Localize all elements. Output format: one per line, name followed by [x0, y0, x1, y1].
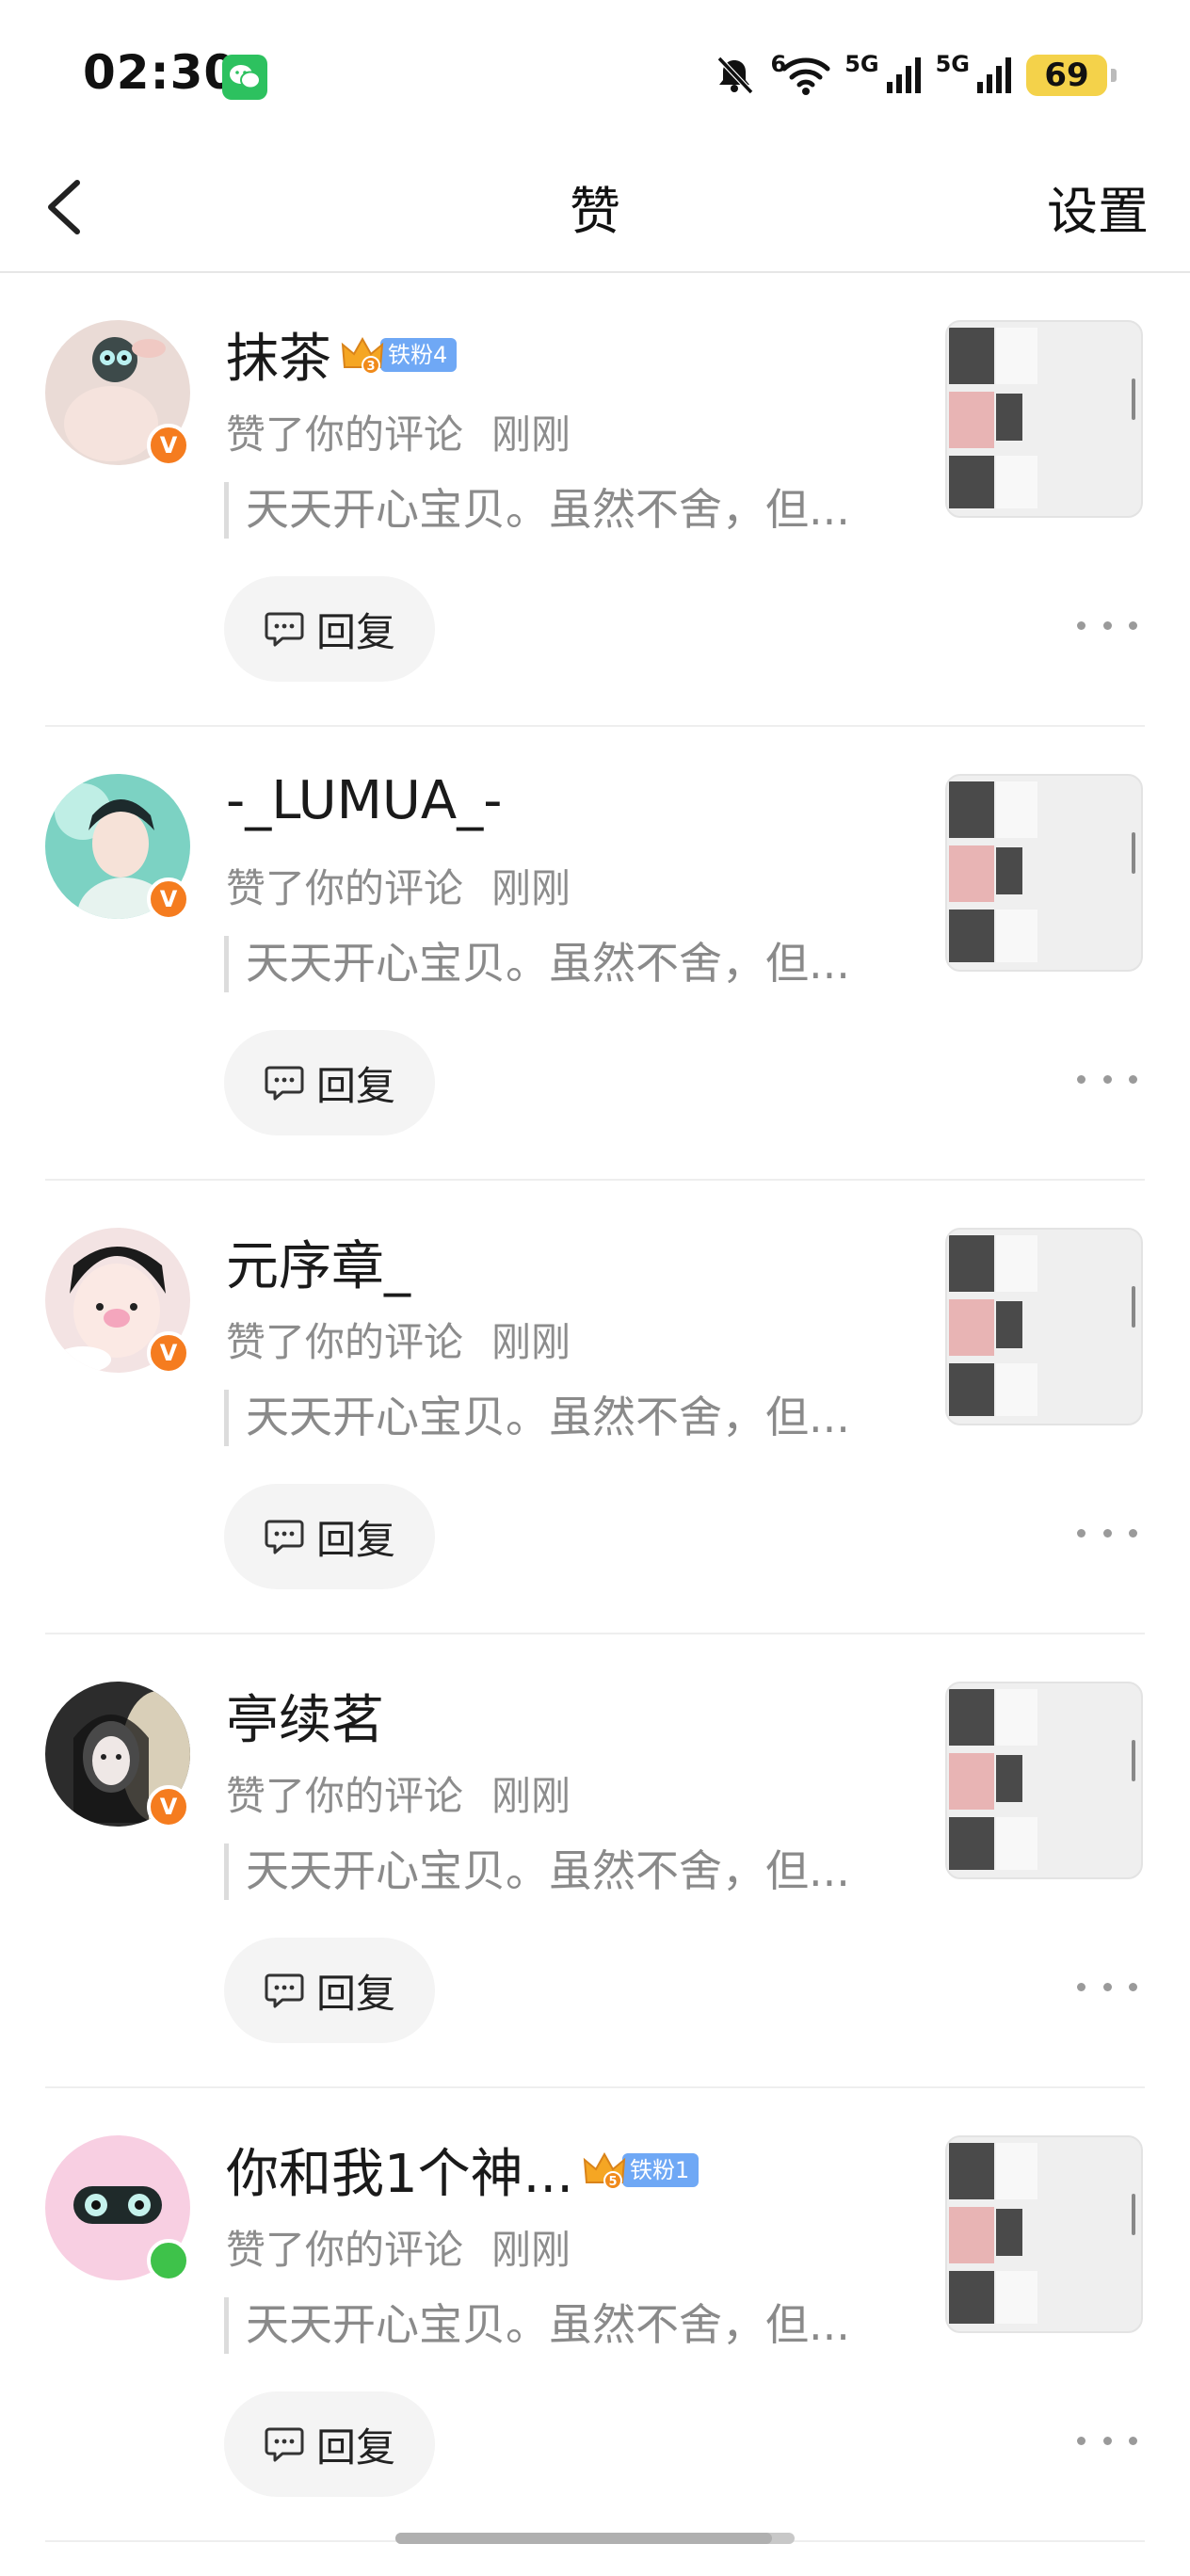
fan-label: 铁粉4: [380, 337, 458, 372]
crown-icon: 5: [581, 2147, 628, 2194]
quoted-comment[interactable]: 天天开心宝贝。虽然不舍，但...: [224, 1843, 850, 1900]
page-title: 赞: [570, 182, 620, 241]
quoted-comment[interactable]: 天天开心宝贝。虽然不舍，但...: [224, 2297, 850, 2354]
verified-badge: V: [147, 877, 190, 921]
verified-badge: V: [147, 424, 190, 467]
reply-label: 回复: [315, 608, 395, 655]
comment-icon: [265, 1520, 304, 1554]
post-thumbnail[interactable]: [945, 1228, 1143, 1425]
time-ago: 刚刚: [491, 1319, 571, 1365]
signal2-label: 5G: [935, 51, 970, 77]
name-row: 你和我1个神... 5 铁粉1: [226, 2132, 700, 2208]
reply-label: 回复: [315, 1516, 395, 1563]
verified-badge-label: V: [159, 1794, 178, 1820]
time-ago: 刚刚: [491, 1773, 571, 1819]
nav-bar: 赞 设置: [0, 141, 1190, 273]
comment-icon: [265, 1066, 304, 1101]
like-meta: 赞了你的评论 刚刚: [226, 857, 571, 914]
more-options-button[interactable]: [1077, 1060, 1137, 1098]
like-notification-item[interactable]: V 抹茶 3 铁粉4 赞了你的评论 刚刚 天天开心宝贝。虽然不舍，但... 回复: [0, 273, 1190, 727]
online-status-dot: [147, 2239, 190, 2282]
reply-button[interactable]: 回复: [224, 1484, 435, 1589]
more-options-button[interactable]: [1077, 1968, 1137, 2005]
crown-level: 3: [366, 360, 375, 374]
comment-icon: [265, 612, 304, 647]
user-name[interactable]: 抹茶: [226, 316, 331, 393]
quoted-comment[interactable]: 天天开心宝贝。虽然不舍，但...: [224, 936, 850, 992]
post-thumbnail[interactable]: [945, 1682, 1143, 1879]
like-meta: 赞了你的评论 刚刚: [226, 403, 571, 460]
reply-button[interactable]: 回复: [224, 576, 435, 682]
quoted-comment[interactable]: 天天开心宝贝。虽然不舍，但...: [224, 1390, 850, 1446]
action-text: 赞了你的评论: [226, 411, 464, 458]
like-notification-item[interactable]: V -_LUMUA_- 赞了你的评论 刚刚 天天开心宝贝。虽然不舍，但... 回复: [0, 727, 1190, 1181]
name-row: -_LUMUA_-: [226, 770, 502, 831]
comment-icon: [265, 1973, 304, 2008]
action-text: 赞了你的评论: [226, 2227, 464, 2273]
reply-button[interactable]: 回复: [224, 1938, 435, 2043]
comment-icon: [265, 2427, 304, 2462]
crown-level: 5: [609, 2175, 618, 2189]
quoted-comment[interactable]: 天天开心宝贝。虽然不舍，但...: [224, 482, 850, 539]
user-name[interactable]: 元序章_: [226, 1224, 410, 1300]
like-notification-item[interactable]: V 元序章_ 赞了你的评论 刚刚 天天开心宝贝。虽然不舍，但... 回复: [0, 1181, 1190, 1634]
time-ago: 刚刚: [491, 865, 571, 911]
battery-level: 69: [1044, 56, 1089, 94]
reply-button[interactable]: 回复: [224, 1030, 435, 1135]
like-meta: 赞了你的评论 刚刚: [226, 2218, 571, 2276]
reply-button[interactable]: 回复: [224, 2391, 435, 2497]
like-meta: 赞了你的评论 刚刚: [226, 1764, 571, 1822]
time-ago: 刚刚: [491, 2227, 571, 2273]
home-indicator[interactable]: [395, 2533, 795, 2544]
post-thumbnail[interactable]: [945, 2135, 1143, 2333]
like-notification-item[interactable]: V 亭续茗 赞了你的评论 刚刚 天天开心宝贝。虽然不舍，但... 回复: [0, 1634, 1190, 2088]
status-time: 02:30: [83, 45, 238, 100]
fan-label: 铁粉1: [622, 2152, 700, 2187]
post-thumbnail[interactable]: [945, 774, 1143, 972]
verified-badge-label: V: [159, 432, 178, 459]
action-text: 赞了你的评论: [226, 1319, 464, 1365]
fan-badge: 3 铁粉4: [339, 335, 458, 375]
action-text: 赞了你的评论: [226, 1773, 464, 1819]
battery-indicator: 69: [1026, 55, 1117, 96]
status-bar: 02:30 6 5G 5G 69: [0, 0, 1190, 141]
reply-label: 回复: [315, 1970, 395, 2017]
more-options-button[interactable]: [1077, 606, 1137, 644]
signal-strength-icon-2: [977, 57, 1011, 93]
crown-icon: 3: [339, 331, 386, 378]
status-icons: 6 5G 5G 69: [712, 47, 1117, 104]
reply-label: 回复: [315, 2423, 395, 2471]
verified-badge: V: [147, 1331, 190, 1375]
wechat-notification-icon: [222, 55, 267, 100]
name-row: 亭续茗: [226, 1678, 384, 1754]
like-notification-item[interactable]: 你和我1个神... 5 铁粉1 赞了你的评论 刚刚 天天开心宝贝。虽然不舍，但..…: [0, 2088, 1190, 2542]
wifi-label: 6: [770, 51, 787, 77]
name-row: 抹茶 3 铁粉4: [226, 316, 458, 393]
user-name[interactable]: 你和我1个神...: [226, 2132, 573, 2208]
name-row: 元序章_: [226, 1224, 410, 1300]
fan-badge: 5 铁粉1: [581, 2150, 700, 2190]
mute-bell-icon: [717, 56, 754, 95]
like-meta: 赞了你的评论 刚刚: [226, 1311, 571, 1368]
time-ago: 刚刚: [491, 411, 571, 458]
user-name[interactable]: -_LUMUA_-: [226, 770, 502, 831]
wifi-icon: [781, 57, 830, 95]
verified-badge-label: V: [159, 1340, 178, 1366]
more-options-button[interactable]: [1077, 1514, 1137, 1552]
post-thumbnail[interactable]: [945, 320, 1143, 518]
action-text: 赞了你的评论: [226, 865, 464, 911]
likes-list: V 抹茶 3 铁粉4 赞了你的评论刚刚 天天开心宝贝。虽然不舍，但... 回复: [0, 273, 1190, 2542]
signal1-label: 5G: [844, 51, 879, 77]
reply-label: 回复: [315, 1062, 395, 1109]
verified-badge-label: V: [159, 886, 178, 912]
settings-button[interactable]: 设置: [1047, 169, 1149, 244]
verified-badge: V: [147, 1785, 190, 1828]
more-options-button[interactable]: [1077, 2422, 1137, 2459]
signal-strength-icon: [886, 57, 921, 93]
user-name[interactable]: 亭续茗: [226, 1678, 384, 1754]
